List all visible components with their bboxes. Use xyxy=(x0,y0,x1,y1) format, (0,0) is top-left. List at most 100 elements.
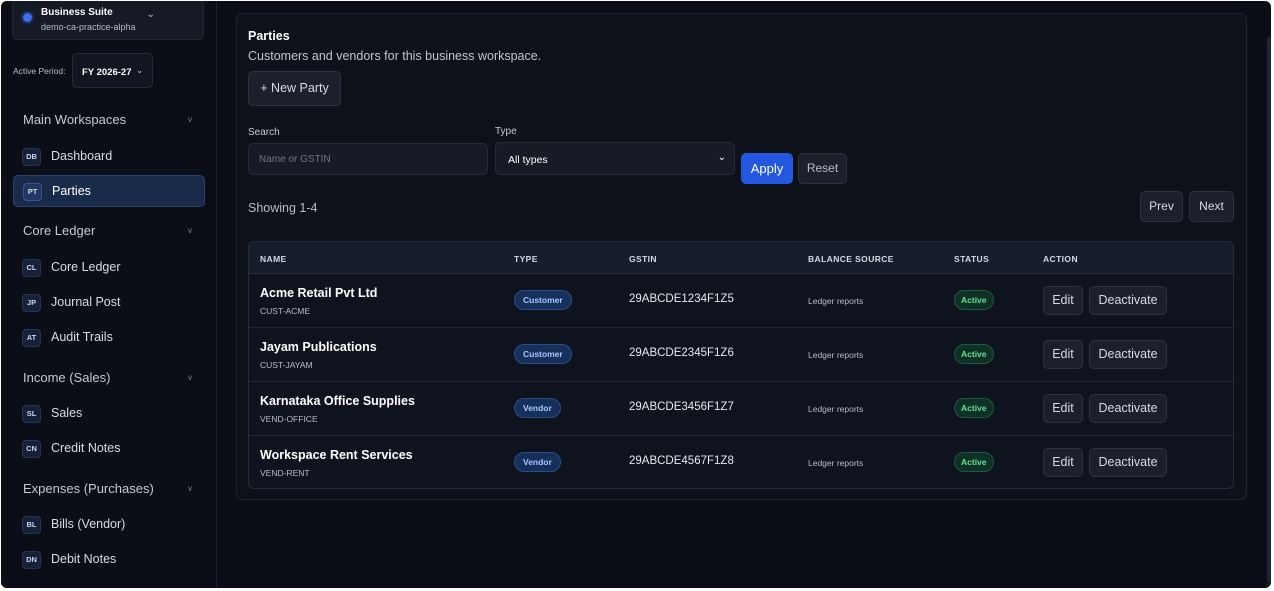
sidebar-item-label: Credit Notes xyxy=(51,441,121,455)
journal-post-icon: JP xyxy=(22,294,41,312)
deactivate-button[interactable]: Deactivate xyxy=(1089,448,1167,477)
sidebar-item-label: Dashboard xyxy=(51,149,113,163)
column-header-gstin: GSTIN xyxy=(629,254,657,264)
party-code: CUST-JAYAM xyxy=(260,360,313,370)
group-expenses-purchases[interactable]: Expenses (Purchases) xyxy=(23,481,154,496)
reset-button[interactable]: Reset xyxy=(798,153,847,184)
sidebar-item-label: Parties xyxy=(52,184,91,198)
sidebar-item-audit-trails[interactable]: AT Audit Trails xyxy=(13,322,205,354)
table-row: Karnataka Office Supplies VEND-OFFICE Ve… xyxy=(249,382,1233,436)
party-code: VEND-OFFICE xyxy=(260,414,318,424)
period-label: Active Period: xyxy=(13,66,66,76)
balance-source: Ledger reports xyxy=(808,404,864,414)
chevron-down-icon: ⌄ xyxy=(136,66,143,75)
sidebar-item-sales[interactable]: SL Sales xyxy=(13,398,205,430)
page-title: Parties xyxy=(248,29,290,43)
bills-icon: BL xyxy=(22,516,41,534)
group-income-sales[interactable]: Income (Sales) xyxy=(23,370,110,385)
search-label: Search xyxy=(248,127,280,138)
chevron-down-icon[interactable]: v xyxy=(188,226,192,235)
search-input[interactable]: Name or GSTIN xyxy=(248,143,488,175)
chevron-down-icon[interactable]: v xyxy=(188,115,192,124)
debit-notes-icon: DN xyxy=(22,551,41,569)
sidebar-item-label: Audit Trails xyxy=(51,330,113,344)
parties-table: NAME TYPE GSTIN BALANCE SOURCE STATUS AC… xyxy=(248,241,1234,489)
party-name: Karnataka Office Supplies xyxy=(260,394,415,408)
type-select-value: All types xyxy=(508,154,548,166)
period-select[interactable]: FY 2026-27 ⌄ xyxy=(72,53,153,88)
parties-card: Parties Customers and vendors for this b… xyxy=(236,13,1247,500)
table-header: NAME TYPE GSTIN BALANCE SOURCE STATUS AC… xyxy=(249,242,1233,274)
sales-icon: SL xyxy=(22,405,41,423)
search-placeholder: Name or GSTIN xyxy=(259,154,331,165)
gstin-value: 29ABCDE3456F1Z7 xyxy=(629,401,734,413)
page-subtitle: Customers and vendors for this business … xyxy=(248,49,542,63)
party-code: VEND-RENT xyxy=(260,468,310,478)
sidebar-item-label: Core Ledger xyxy=(51,260,121,274)
party-name: Jayam Publications xyxy=(260,340,377,354)
group-main-workspaces[interactable]: Main Workspaces xyxy=(23,112,126,127)
scrollbar[interactable] xyxy=(1267,37,1271,583)
sidebar-item-label: Journal Post xyxy=(51,295,121,309)
deactivate-button[interactable]: Deactivate xyxy=(1089,394,1167,423)
deactivate-button[interactable]: Deactivate xyxy=(1089,340,1167,369)
table-row: Acme Retail Pvt Ltd CUST-ACME Customer 2… xyxy=(249,274,1233,328)
sidebar-item-dashboard[interactable]: DB Dashboard xyxy=(13,141,205,173)
workspace-name: Business Suite xyxy=(41,7,113,18)
deactivate-button[interactable]: Deactivate xyxy=(1089,286,1167,315)
status-badge: Active xyxy=(954,344,994,364)
type-select[interactable]: All types ⌄ xyxy=(495,142,735,175)
chevron-down-icon[interactable]: v xyxy=(188,373,192,382)
main-content: Parties Customers and vendors for this b… xyxy=(217,1,1271,588)
status-badge: Active xyxy=(954,398,994,418)
pagination-status: Showing 1-4 xyxy=(248,201,318,215)
table-row: Jayam Publications CUST-JAYAM Customer 2… xyxy=(249,328,1233,382)
balance-source: Ledger reports xyxy=(808,296,864,306)
sidebar: Business Suite demo-ca-practice-alpha ⌄ … xyxy=(1,1,217,588)
gstin-value: 29ABCDE2345F1Z6 xyxy=(629,347,734,359)
edit-button[interactable]: Edit xyxy=(1043,394,1083,423)
column-header-type: TYPE xyxy=(514,254,538,264)
type-badge: Vendor xyxy=(514,452,561,472)
credit-notes-icon: CN xyxy=(22,440,41,458)
app-window: Business Suite demo-ca-practice-alpha ⌄ … xyxy=(1,1,1271,588)
type-badge: Customer xyxy=(514,344,572,364)
gstin-value: 29ABCDE4567F1Z8 xyxy=(629,455,734,467)
group-core-ledger[interactable]: Core Ledger xyxy=(23,223,95,238)
chevron-down-icon: ⌄ xyxy=(717,152,726,163)
sidebar-item-core-ledger[interactable]: CL Core Ledger xyxy=(13,252,205,284)
next-page-button[interactable]: Next xyxy=(1189,191,1234,222)
sidebar-item-bills-vendor[interactable]: BL Bills (Vendor) xyxy=(13,509,205,541)
period-value: FY 2026-27 xyxy=(82,67,132,78)
edit-button[interactable]: Edit xyxy=(1043,448,1083,477)
sidebar-item-label: Sales xyxy=(51,406,83,420)
sidebar-item-label: Debit Notes xyxy=(51,552,117,566)
column-header-action: ACTION xyxy=(1043,254,1078,264)
type-badge: Customer xyxy=(514,290,572,310)
type-label: Type xyxy=(495,126,517,137)
column-header-status: STATUS xyxy=(954,254,990,264)
sidebar-item-label: Bills (Vendor) xyxy=(51,517,126,531)
edit-button[interactable]: Edit xyxy=(1043,340,1083,369)
status-badge: Active xyxy=(954,452,994,472)
status-dot-icon xyxy=(23,13,32,22)
apply-button[interactable]: Apply xyxy=(741,153,793,184)
prev-page-button[interactable]: Prev xyxy=(1140,191,1183,222)
status-badge: Active xyxy=(954,290,994,310)
sidebar-item-parties[interactable]: PT Parties xyxy=(13,175,205,207)
audit-trails-icon: AT xyxy=(22,329,41,347)
party-name: Workspace Rent Services xyxy=(260,448,413,462)
new-party-button[interactable]: + New Party xyxy=(248,71,341,106)
chevron-down-icon[interactable]: v xyxy=(188,484,192,493)
balance-source: Ledger reports xyxy=(808,350,864,360)
sidebar-item-debit-notes[interactable]: DN Debit Notes xyxy=(13,544,205,576)
workspace-subtitle: demo-ca-practice-alpha xyxy=(41,22,136,32)
workspace-switcher[interactable]: Business Suite demo-ca-practice-alpha ⌄ xyxy=(12,1,204,40)
edit-button[interactable]: Edit xyxy=(1043,286,1083,315)
chevron-down-icon: ⌄ xyxy=(146,9,155,20)
sidebar-item-credit-notes[interactable]: CN Credit Notes xyxy=(13,433,205,465)
sidebar-item-journal-post[interactable]: JP Journal Post xyxy=(13,287,205,319)
column-header-balance-source: BALANCE SOURCE xyxy=(808,254,894,264)
party-code: CUST-ACME xyxy=(260,306,311,316)
type-badge: Vendor xyxy=(514,398,561,418)
